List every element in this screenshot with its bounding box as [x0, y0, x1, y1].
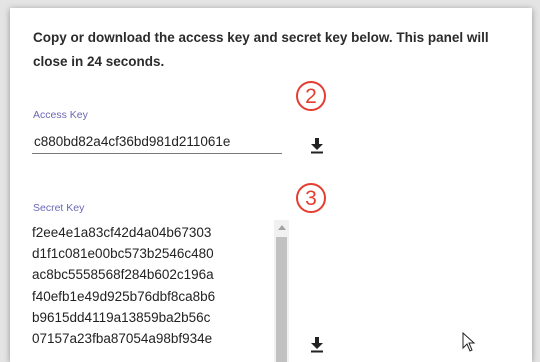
chevron-up-icon: [277, 225, 286, 230]
annotation-marker-2: 2: [296, 81, 326, 111]
annotation-marker-3: 3: [296, 183, 326, 213]
download-secret-key-button[interactable]: [306, 334, 328, 356]
secret-key-line: ac8bc5558568f284b602c196a: [32, 267, 214, 283]
annotation-number: 2: [305, 84, 317, 108]
download-icon: [311, 138, 323, 154]
download-access-key-button[interactable]: [306, 135, 328, 157]
secret-key-text: f2ee4e1a83cf42d4a04b67303 d1f1c081e00bc5…: [32, 220, 272, 349]
secret-key-line: f40efb1e49d925b76dbf8ca8b6: [32, 288, 216, 304]
download-icon: [311, 337, 323, 353]
secret-key-line: 07157a23fba87054a98bf934e: [32, 331, 213, 347]
scrollbar-thumb[interactable]: [276, 237, 287, 362]
secret-key-label: Secret Key: [33, 202, 85, 214]
secret-key-line: f2ee4e1a83cf42d4a04b67303: [32, 225, 212, 240]
mouse-pointer-icon: [462, 331, 476, 352]
access-keys-panel: Copy or download the access key and secr…: [10, 8, 532, 362]
access-key-label: Access Key: [33, 109, 88, 121]
panel-instructions: Copy or download the access key and secr…: [33, 30, 489, 69]
secret-key-field[interactable]: f2ee4e1a83cf42d4a04b67303 d1f1c081e00bc5…: [32, 220, 290, 362]
secret-key-scrollbar[interactable]: [274, 220, 289, 362]
annotation-number: 3: [305, 186, 317, 210]
scroll-up-button[interactable]: [274, 220, 289, 235]
secret-key-line: d1f1c081e00bc573b2546c480: [32, 246, 214, 262]
secret-key-line: b9615dd4119a13859ba2b56c: [32, 309, 211, 325]
access-key-field[interactable]: c880bd82a4cf36bd981d211061e: [32, 130, 282, 154]
